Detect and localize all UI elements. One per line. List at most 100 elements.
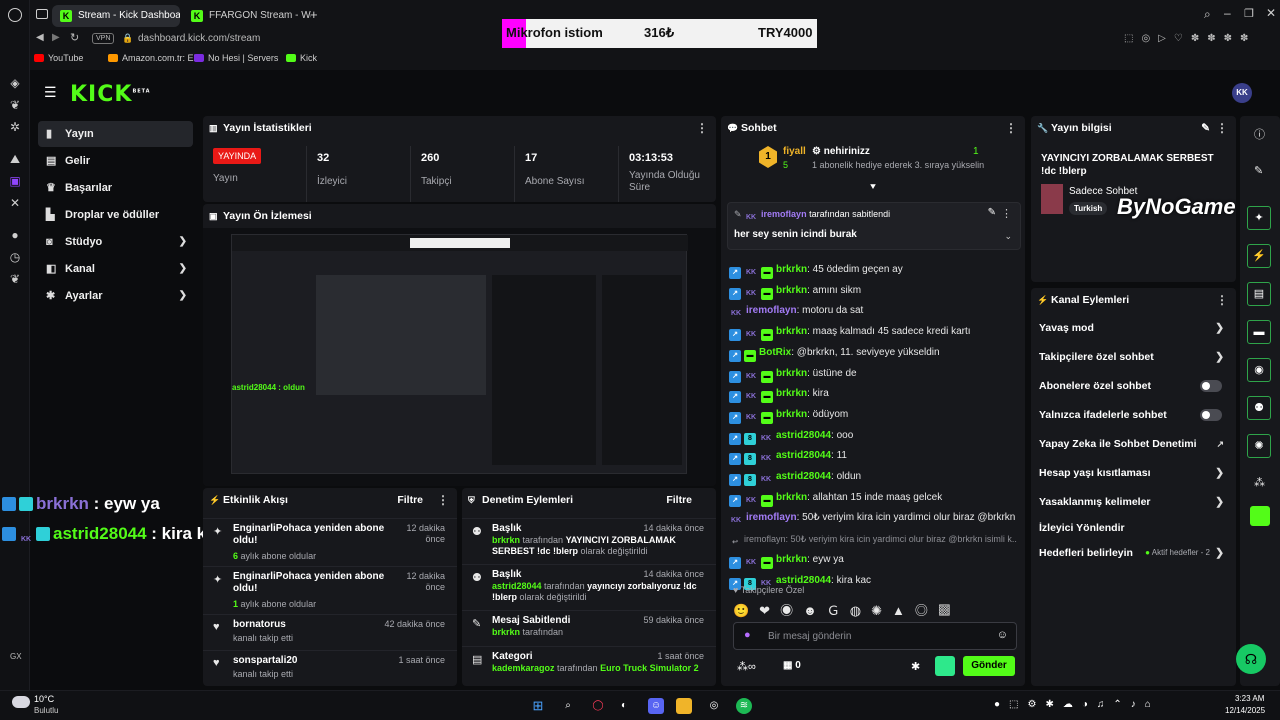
more-options-icon[interactable]: ⋮: [1216, 116, 1228, 140]
chat-message[interactable]: ↗ KK ▬ brkrkn: üstüne de: [729, 365, 1017, 383]
broadcast-icon[interactable]: ◉: [1247, 358, 1271, 382]
sidebar-app-icon[interactable]: ❦: [8, 272, 22, 286]
kick-logo[interactable]: KICKBETA: [70, 82, 151, 107]
channel-action-row[interactable]: İzleyici Yönlendir: [1039, 518, 1224, 538]
emote-bar[interactable]: 🙂❤◉☻Ｇ◍✺▲◎▩: [733, 600, 1017, 618]
chat-input[interactable]: ● Bir mesaj gönderin ☺: [733, 622, 1017, 650]
channel-points[interactable]: ⁂∞: [737, 660, 756, 673]
tab-ffargon-stream[interactable]: K FFARGON Stream - Watc: [183, 5, 311, 27]
sidebar-item-droplar[interactable]: ▙ Droplar ve ödüller: [38, 202, 193, 228]
chat-username[interactable]: BotRix: [759, 347, 791, 358]
clipboard-icon[interactable]: ▤: [1247, 282, 1271, 306]
sidebar-item-studyo[interactable]: ◙ Stüdyo ❯: [38, 229, 193, 255]
new-tab-icon[interactable]: +: [310, 7, 318, 22]
url-field[interactable]: dashboard.kick.com/stream: [138, 33, 260, 44]
chat-message[interactable]: ↩ iremoflayn: 50₺ veriyim kira icin yardi…: [729, 530, 1017, 548]
user-avatar[interactable]: KK: [1232, 83, 1252, 103]
chat-message[interactable]: ↗ 8 KK astrid28044: oldun: [729, 468, 1017, 486]
channel-action-row[interactable]: Takipçilere özel sohbet ❯: [1039, 347, 1224, 367]
stream-preview-video[interactable]: astrid28044 : oldun: [203, 228, 716, 486]
channel-action-row[interactable]: Yalnızca ifadelerle sohbet: [1039, 405, 1224, 425]
bookmark-kick[interactable]: Kick: [286, 53, 317, 63]
chat-message[interactable]: ↗ 8 KK astrid28044: 11: [729, 447, 1017, 465]
extension-icons[interactable]: ⬚◎▷♡✽✽✽✽: [1124, 33, 1256, 44]
chat-username[interactable]: iremoflayn: [746, 512, 797, 523]
forward-icon[interactable]: ▶: [52, 32, 60, 43]
chat-message[interactable]: ↗ KK ▬ brkrkn: maaş kalmadı 45 sadece kredi…: [729, 323, 1017, 341]
gift-count[interactable]: ▦ 0: [783, 660, 801, 671]
x-icon[interactable]: ✕: [8, 196, 22, 210]
channel-action-row[interactable]: Hesap yaşı kısıtlaması ❯: [1039, 463, 1224, 483]
tab-kick-dashboard[interactable]: K Stream - Kick Dashboard: [52, 5, 180, 27]
tab-islands-icon[interactable]: [36, 9, 48, 19]
chat-message[interactable]: ↗ 8 KK astrid28044: ooo: [729, 427, 1017, 445]
toggle-switch[interactable]: [1200, 380, 1222, 392]
chat-username[interactable]: brkrkn: [776, 554, 807, 565]
opera-gx-icon[interactable]: ◯: [590, 698, 606, 714]
obs-icon[interactable]: ◎: [706, 698, 722, 714]
quick-action-icon[interactable]: ✦: [1247, 206, 1271, 230]
file-explorer-icon[interactable]: [676, 698, 692, 714]
chat-message[interactable]: ↗ KK ▬ brkrkn: kira: [729, 385, 1017, 403]
more-options-icon[interactable]: ⋮: [1001, 207, 1012, 220]
chat-username[interactable]: brkrkn: [776, 285, 807, 296]
more-options-icon[interactable]: ⋮: [696, 116, 708, 140]
chevron-down-icon[interactable]: ⌄: [1004, 231, 1012, 242]
pin-icon[interactable]: ✎: [988, 207, 996, 218]
chat-username[interactable]: brkrkn: [776, 326, 807, 337]
extension-app-icon[interactable]: [1250, 506, 1270, 526]
collapse-leaderboard-icon[interactable]: ⯆: [869, 182, 877, 193]
share-icon[interactable]: ⁂: [1254, 476, 1265, 489]
gift-leader-name[interactable]: ⚙ nehirinizz: [812, 146, 870, 157]
bookmark-amazon[interactable]: Amazon.com.tr: El...: [108, 53, 203, 63]
clock-time[interactable]: 3:23 AM: [1235, 694, 1264, 703]
sidebar-item-ayarlar[interactable]: ✱ Ayarlar ❯: [38, 283, 193, 309]
channel-action-row[interactable]: Yasaklanmış kelimeler ❯: [1039, 492, 1224, 512]
channel-action-row[interactable]: Hedefleri belirleyin ● Aktif hedefler - 2…: [1039, 543, 1224, 563]
sidebar-app-icon[interactable]: ◈: [8, 76, 22, 90]
toggle-switch[interactable]: [1200, 409, 1222, 421]
discord-icon[interactable]: ☺: [648, 698, 664, 714]
weather-temp[interactable]: 10°C: [34, 694, 54, 704]
chat-message[interactable]: ↗ KK ▬ brkrkn: eyw ya: [729, 551, 1017, 569]
more-options-icon[interactable]: ⋮: [437, 488, 449, 512]
bookmark-youtube[interactable]: YouTube: [34, 53, 83, 63]
chat-username[interactable]: brkrkn: [776, 492, 807, 503]
top-gifter-name[interactable]: fiyall: [783, 146, 806, 157]
windows-start-icon[interactable]: ⊞: [530, 698, 546, 714]
channel-action-row[interactable]: Yavaş mod ❯: [1039, 318, 1224, 338]
close-window-icon[interactable]: ✕: [1266, 6, 1276, 20]
more-options-icon[interactable]: ⋮: [1005, 116, 1017, 140]
channel-action-row[interactable]: Yapay Zeka ile Sohbet Denetimi ↗: [1039, 434, 1224, 454]
chat-username[interactable]: astrid28044: [776, 430, 831, 441]
chat-username[interactable]: brkrkn: [776, 264, 807, 275]
search-icon[interactable]: ⌕: [1204, 7, 1211, 22]
tag-chip[interactable]: Turkish: [1069, 202, 1108, 215]
opera-menu-icon[interactable]: [8, 8, 22, 22]
chat-message[interactable]: KK iremoflayn: 50₺ veriyim kira icin yard…: [729, 509, 1017, 527]
bookmark-nohesi[interactable]: No Hesi | Servers: [194, 53, 278, 63]
gx-corner-label[interactable]: GX: [10, 652, 22, 661]
chat-message[interactable]: KK iremoflayn: motoru da sat: [729, 302, 1017, 320]
more-options-icon[interactable]: ⋮: [1216, 288, 1228, 312]
sidebar-item-yayin[interactable]: ▮ Yayın: [38, 121, 193, 147]
spotify-icon[interactable]: ≋: [736, 698, 752, 714]
vpn-badge[interactable]: VPN: [92, 33, 115, 44]
chat-icon[interactable]: ▬: [1247, 320, 1271, 344]
user-icon[interactable]: ⚉: [1247, 396, 1271, 420]
chat-message[interactable]: ↗ ▬ BotRix: @brkrkn, 11. seviyeye yükseldi…: [729, 344, 1017, 362]
chat-username[interactable]: brkrkn: [776, 368, 807, 379]
pencil-icon[interactable]: ✎: [1254, 164, 1263, 177]
maximize-icon[interactable]: ❐: [1244, 7, 1254, 20]
minimize-icon[interactable]: –: [1224, 6, 1231, 20]
edit-icon[interactable]: ✎: [1201, 116, 1210, 140]
info-icon[interactable]: ⓘ: [1254, 126, 1265, 142]
chat-message[interactable]: ↗ KK ▬ brkrkn: allahtan 15 inde maaş gelcek: [729, 489, 1017, 507]
sidebar-item-gelir[interactable]: ▤ Gelir: [38, 148, 193, 174]
search-icon[interactable]: ⌕: [560, 698, 576, 714]
chat-message[interactable]: ↗ KK ▬ brkrkn: 45 ödedim geçen ay: [729, 261, 1017, 279]
sidebar-item-kanal[interactable]: ◧ Kanal ❯: [38, 256, 193, 282]
send-button[interactable]: Gönder: [963, 656, 1015, 676]
spotify-icon[interactable]: ●: [8, 228, 22, 242]
channel-action-row[interactable]: Abonelere özel sohbet: [1039, 376, 1224, 396]
